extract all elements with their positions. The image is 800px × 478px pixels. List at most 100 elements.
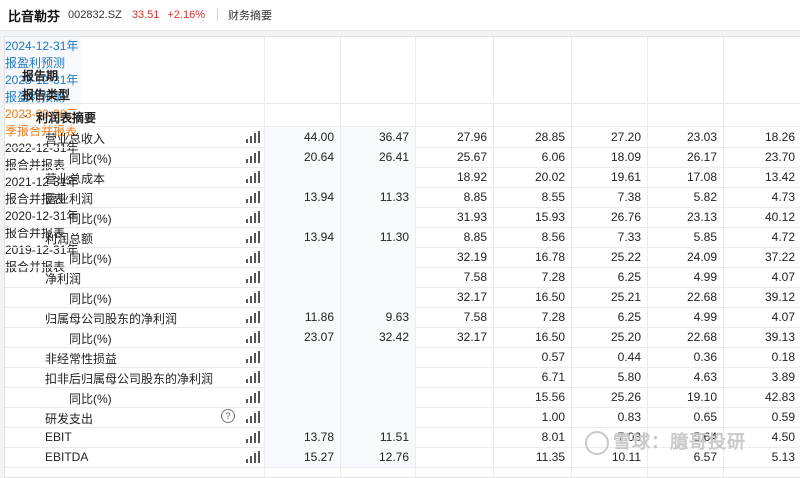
cell-value: 11.33 [379, 190, 409, 204]
cell-value: 16.78 [534, 250, 565, 264]
row-label: 利润总额 [45, 232, 94, 246]
table-cell [339, 267, 415, 287]
table-row[interactable]: 营业利润 13.94 11.33 8.85 8.55 7.38 5.82 4.73 [5, 187, 800, 208]
bar-chart-icon[interactable] [246, 151, 260, 163]
table-cell: 18.26 [725, 127, 800, 147]
cell-value: 25.67 [456, 150, 487, 164]
header-divider [217, 9, 218, 21]
cell-value: 15.56 [534, 390, 565, 404]
cell-value: 26.76 [610, 210, 641, 224]
table-row[interactable]: 利润总额 13.94 11.30 8.85 8.56 7.33 5.85 4.72 [5, 227, 800, 248]
table-cell [339, 367, 415, 387]
cell-value: 0.59 [771, 410, 795, 424]
cell-value: 4.07 [771, 270, 795, 284]
table-row[interactable]: 研发支出? 1.00 0.83 0.65 0.59 [5, 407, 800, 428]
bar-chart-icon[interactable] [246, 331, 260, 343]
cell-value: 18.09 [610, 150, 641, 164]
table-cell: 32.17 [417, 287, 493, 307]
cell-value: 13.78 [303, 430, 334, 444]
income-statement-section[interactable]: ⌄ 利润表摘要 [5, 106, 800, 127]
cell-value: 32.17 [456, 290, 487, 304]
bar-chart-icon[interactable] [246, 291, 260, 303]
table-cell: 15.93 [495, 207, 571, 227]
cell-value: 24.09 [686, 250, 717, 264]
row-label: 营业总收入 [45, 132, 106, 146]
watermark-text: 雪球：臆哥投研 [613, 432, 746, 452]
cell-value: 8.55 [541, 190, 565, 204]
cell-value: 23.07 [303, 330, 334, 344]
cell-value: 22.68 [686, 330, 717, 344]
table-cell: 8.85 [417, 187, 493, 207]
table-row[interactable]: 同比(%) 32.19 16.78 25.22 24.09 37.22 [5, 247, 800, 268]
bar-chart-icon[interactable] [246, 231, 260, 243]
cell-value: 8.85 [463, 230, 487, 244]
table-cell: 42.83 [725, 387, 800, 407]
table-row[interactable]: 同比(%) 20.64 26.41 25.67 6.06 18.09 26.17 23.70 [5, 147, 800, 168]
bar-chart-icon[interactable] [246, 411, 260, 423]
table-row[interactable]: 归属母公司股东的净利润 11.86 9.63 7.58 7.28 6.25 4.99 4.07 [5, 307, 800, 328]
bar-chart-icon[interactable] [246, 251, 260, 263]
table-cell: 11.51 [339, 427, 415, 447]
column-divider [493, 37, 494, 477]
table-cell: 11.33 [339, 187, 415, 207]
table-row[interactable]: 营业总成本 18.92 20.02 19.61 17.08 13.42 [5, 167, 800, 188]
cell-value: 7.33 [617, 230, 641, 244]
table-cell: 31.93 [417, 207, 493, 227]
cell-value: 23.13 [686, 210, 717, 224]
table-cell: 40.12 [725, 207, 800, 227]
stock-name: 比音勒芬 [8, 8, 61, 24]
bar-chart-icon[interactable] [246, 131, 260, 143]
cell-value: 31.93 [456, 210, 487, 224]
table-row[interactable]: 营业总收入 44.00 36.47 27.96 28.85 27.20 23.03 18.26 [5, 127, 800, 148]
table-cell: 25.22 [571, 247, 647, 267]
table-cell: 26.41 [339, 147, 415, 167]
table-cell: 16.50 [495, 327, 571, 347]
bar-chart-icon[interactable] [246, 271, 260, 283]
bar-chart-icon[interactable] [246, 191, 260, 203]
table-row[interactable]: 扣非后归属母公司股东的净利润 6.71 5.80 4.63 3.89 [5, 367, 800, 388]
cell-value: 4.07 [771, 310, 795, 324]
bar-chart-icon[interactable] [246, 451, 260, 463]
column-divider [264, 37, 265, 477]
table-cell [264, 207, 340, 227]
cell-value: 23.03 [686, 130, 717, 144]
table-cell: 22.68 [647, 287, 723, 307]
table-cell: 12.76 [339, 447, 415, 467]
help-icon[interactable]: ? [221, 409, 235, 423]
table-cell: 28.85 [495, 127, 571, 147]
table-cell: 22.68 [647, 327, 723, 347]
table-row[interactable]: 同比(%) 32.17 16.50 25.21 22.68 39.12 [5, 287, 800, 308]
bar-chart-icon[interactable] [246, 211, 260, 223]
table-row[interactable]: 同比(%) 23.07 32.42 32.17 16.50 25.20 22.68 39.13 [5, 327, 800, 348]
table-cell: 19.61 [571, 167, 647, 187]
table-row[interactable]: 净利润 7.58 7.28 6.25 4.99 4.07 [5, 267, 800, 288]
table-cell: 4.72 [725, 227, 800, 247]
table-cell [339, 407, 415, 427]
table-cell: 7.58 [417, 267, 493, 287]
row-label: 研发支出 [45, 412, 94, 426]
table-cell [417, 347, 493, 367]
table-row[interactable]: 非经常性损益 0.57 0.44 0.36 0.18 [5, 347, 800, 368]
table-row[interactable]: 同比(%) 31.93 15.93 26.76 23.13 40.12 [5, 207, 800, 228]
bar-chart-icon[interactable] [246, 391, 260, 403]
table-cell [417, 447, 493, 467]
bar-chart-icon[interactable] [246, 431, 260, 443]
section-title: 利润表摘要 [36, 111, 97, 125]
cell-value: 19.61 [610, 170, 641, 184]
bar-chart-icon[interactable] [246, 171, 260, 183]
bar-chart-icon[interactable] [246, 371, 260, 383]
bar-chart-icon[interactable] [246, 311, 260, 323]
collapse-caret-icon[interactable]: ⌄ [21, 109, 29, 120]
cell-value: 26.17 [686, 150, 717, 164]
table-cell: 32.17 [417, 327, 493, 347]
table-row[interactable]: 同比(%) 15.56 25.26 19.10 42.83 [5, 387, 800, 408]
bar-chart-icon[interactable] [246, 351, 260, 363]
table-cell: 20.64 [264, 147, 340, 167]
table-cell: 23.70 [725, 147, 800, 167]
cell-value: 22.68 [686, 290, 717, 304]
table-cell: 4.99 [647, 307, 723, 327]
table-cell: 4.07 [725, 267, 800, 287]
cell-value: 0.44 [617, 350, 641, 364]
table-cell: 0.65 [647, 407, 723, 427]
cell-value: 39.12 [764, 290, 795, 304]
